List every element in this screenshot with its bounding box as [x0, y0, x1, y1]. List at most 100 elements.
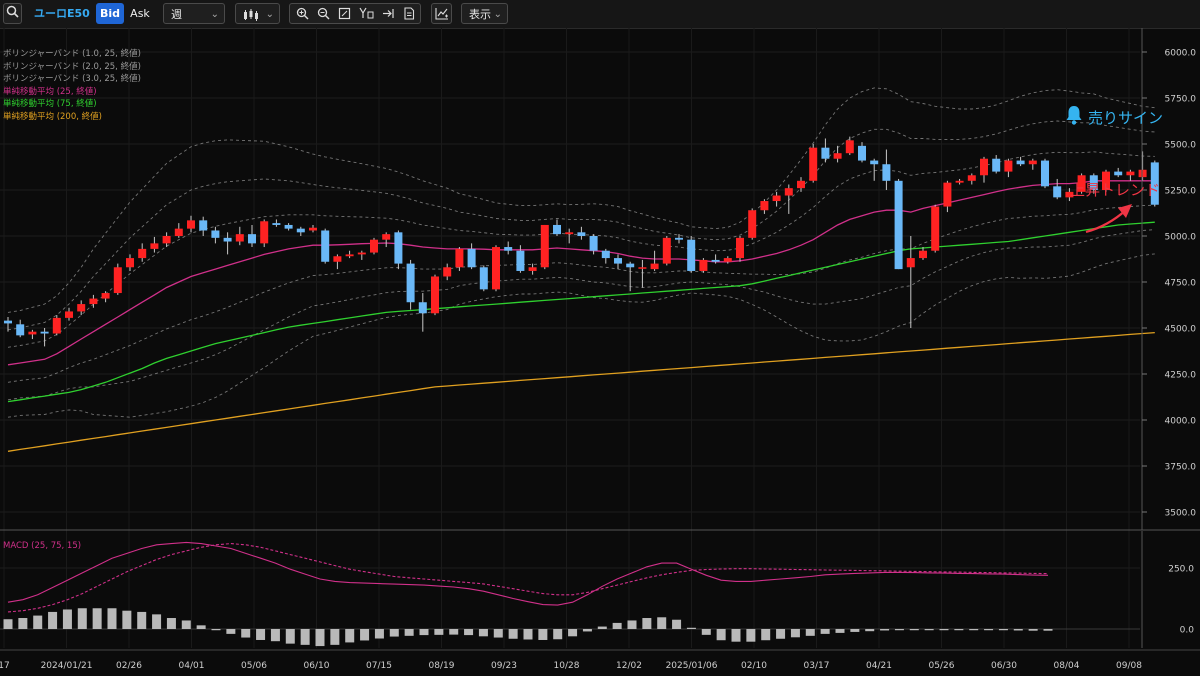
candle-body [296, 228, 305, 233]
ask-button[interactable]: Ask [126, 3, 154, 24]
bollinger-band-line [7, 87, 1155, 313]
histogram-bar [77, 608, 87, 629]
candle-body [760, 201, 769, 211]
candle-body [1016, 160, 1025, 165]
candle-body [370, 239, 378, 253]
candle-body [577, 232, 586, 236]
candle-body [187, 220, 195, 229]
bollinger-band-line [7, 120, 1155, 331]
time-tick-label: 08/04 [1054, 661, 1080, 671]
histogram-bar [1028, 629, 1038, 631]
histogram-bar [33, 615, 43, 629]
reset-view-icon[interactable] [335, 4, 353, 20]
candle-body [528, 267, 537, 271]
candle-body [967, 175, 976, 181]
legend-item[interactable]: ボリンジャーバンド (1.0, 25, 終値) [3, 48, 141, 60]
candle-body [1041, 160, 1049, 187]
candle-body [443, 267, 452, 277]
candle-body [1138, 169, 1147, 178]
bid-button[interactable]: Bid [96, 3, 124, 24]
candle-body [870, 160, 879, 165]
legend-item[interactable]: 単純移動平均 (200, 終値) [3, 111, 102, 123]
legend-item[interactable]: 単純移動平均 (25, 終値) [3, 86, 97, 98]
histogram-bar [285, 629, 295, 644]
histogram-bar [478, 629, 488, 637]
histogram-bar [241, 629, 251, 638]
candle-body [1114, 171, 1123, 176]
candle-body [248, 234, 256, 244]
legend-item[interactable]: 単純移動平均 (75, 終値) [3, 98, 97, 110]
candle-body [736, 237, 744, 259]
candle-body [943, 182, 952, 207]
candle-body [955, 180, 964, 183]
time-tick-label: 08/19 [429, 661, 455, 671]
histogram-bar [48, 611, 58, 629]
histogram-bar [3, 619, 13, 629]
histogram-bar [270, 629, 280, 642]
candle-body [174, 228, 183, 236]
candle-body [418, 302, 427, 314]
candle-body [138, 248, 147, 259]
legend-item[interactable]: ボリンジャーバンド (2.0, 25, 終値) [3, 61, 141, 73]
candle-body [223, 237, 232, 242]
candle-body [638, 267, 647, 269]
period-dropdown[interactable]: 週 ⌄ [163, 3, 225, 24]
histogram-bar [345, 629, 355, 643]
candle-body [980, 158, 988, 176]
candle-body [113, 267, 122, 294]
time-tick-label: 17 [0, 661, 10, 671]
histogram-bar [137, 611, 147, 629]
candle-body [821, 147, 830, 159]
legend-item[interactable]: ボリンジャーバンド (3.0, 25, 終値) [3, 73, 141, 85]
histogram-bar [627, 620, 637, 629]
candle-body [126, 258, 134, 268]
histogram-bar [330, 629, 340, 645]
histogram-bar [122, 610, 132, 629]
histogram-bar [746, 629, 756, 642]
macd-panel: 250.0 0.0 MACD (25, 75, 15) [0, 531, 1194, 648]
chart-area[interactable]: 6000.0 5750.0 5500.0 5250.0 5000.0 4750.0 4500… [0, 28, 1200, 676]
candle-body [675, 237, 683, 240]
chart-type-dropdown[interactable]: ⌄ [235, 3, 280, 24]
display-dropdown[interactable]: 表示 ⌄ [461, 3, 508, 24]
candle-body [309, 227, 317, 231]
jump-to-latest-icon[interactable] [379, 4, 397, 20]
candle-body [992, 158, 1001, 172]
candle-body [77, 304, 86, 312]
time-tick-label: 03/17 [804, 661, 830, 671]
histogram-bar [62, 609, 72, 629]
time-tick-label: 04/01 [179, 661, 205, 671]
time-tick-label: 09/08 [1116, 661, 1142, 671]
candle-body [65, 311, 73, 318]
histogram-bar [835, 629, 845, 633]
candle-body [89, 298, 98, 305]
indicator-button[interactable] [431, 3, 452, 24]
histogram-bar [464, 629, 474, 636]
time-tick-label: 09/23 [491, 661, 517, 671]
search-button[interactable] [3, 3, 22, 24]
symbol-name[interactable]: ユーロE50 [34, 3, 94, 24]
histogram-bar [107, 608, 117, 629]
zoom-out-icon[interactable] [314, 4, 332, 20]
histogram-bar [612, 622, 622, 629]
candle-body [16, 324, 25, 336]
candle-body [516, 250, 525, 271]
candle-body [723, 258, 732, 262]
document-icon[interactable] [400, 4, 418, 20]
candle-body [601, 250, 610, 259]
y-axis-scale-icon[interactable] [356, 4, 376, 20]
candle-body [504, 247, 513, 251]
candlestick-series [4, 136, 1159, 347]
candle-body [1126, 171, 1135, 176]
price-tick-label: 6000.0 [1165, 49, 1197, 59]
histogram-bar [538, 629, 548, 640]
zoom-in-icon[interactable] [293, 4, 311, 20]
histogram-bar [731, 629, 741, 642]
bell-icon [1064, 104, 1084, 133]
candle-body [748, 210, 757, 238]
histogram-bar [508, 629, 518, 639]
price-axis: 6000.0 5750.0 5500.0 5250.0 5000.0 4750.0 4500… [0, 28, 1200, 531]
histogram-bar [419, 629, 429, 636]
candle-body [406, 263, 415, 303]
time-tick-label: 07/15 [366, 661, 392, 671]
